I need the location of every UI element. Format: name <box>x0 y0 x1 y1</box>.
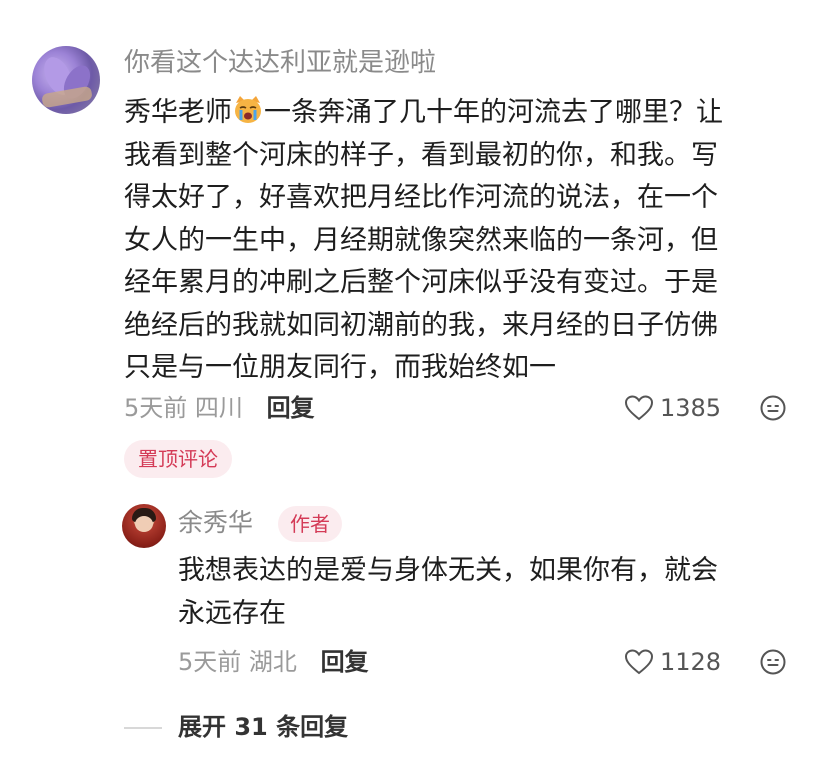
heart-icon <box>624 649 654 675</box>
reply-button[interactable]: 回复 <box>321 648 369 676</box>
comment-line: 秀华老师 一条奔涌了几十年的河流去了哪里？让 <box>124 96 723 128</box>
like-button[interactable]: 1128 <box>624 648 721 676</box>
reply-button[interactable]: 回复 <box>267 394 315 422</box>
comment-time: 5天前 <box>124 394 188 422</box>
crying-cat-face-icon <box>235 96 261 123</box>
like-button[interactable]: 1385 <box>624 394 721 422</box>
comment-text[interactable]: 秀华老师 一条奔涌了几十年的河流去了哪里？让 我看到整个河床的样子，看到最初的你… <box>124 92 804 390</box>
heart-icon <box>624 395 654 421</box>
comment-meta: 5天前 四川 回复 <box>124 394 315 422</box>
reply-line: 我想表达的是爱与身体无关，如果你有，就会 <box>178 555 718 586</box>
pinned-comment-badge: 置顶评论 <box>124 440 232 478</box>
reply-location: 湖北 <box>248 648 297 676</box>
comment-line: 绝经后的我就如同初潮前的我，来月经的日子仿佛 <box>124 309 718 341</box>
commenter-avatar[interactable] <box>32 46 100 114</box>
emoji-reaction-icon[interactable] <box>759 394 787 422</box>
comment-line: 经年累月的冲刷之后整个河床似乎没有变过。于是 <box>124 267 718 298</box>
reply-line: 永远存在 <box>178 597 286 629</box>
emoji-reaction-icon[interactable] <box>759 648 787 676</box>
reply-time: 5天前 <box>178 648 242 676</box>
author-badge: 作者 <box>278 506 342 542</box>
expand-divider <box>124 727 162 729</box>
reply-meta: 5天前 湖北 回复 <box>178 648 369 676</box>
like-count: 1128 <box>660 648 722 676</box>
comment-location: 四川 <box>194 394 243 422</box>
expand-replies-button[interactable]: 展开 31 条回复 <box>178 712 348 742</box>
comment-line: 只是与一位朋友同行，而我始终如一 <box>124 352 556 383</box>
author-avatar[interactable] <box>122 504 166 548</box>
comment-line: 我看到整个河床的样子，看到最初的你，和我。写 <box>124 139 718 171</box>
commenter-username[interactable]: 你看这个达达利亚就是逊啦 <box>124 48 436 78</box>
reply-username[interactable]: 余秀华 <box>178 508 253 538</box>
like-count: 1385 <box>660 394 722 422</box>
reply-text[interactable]: 我想表达的是爱与身体无关，如果你有，就会 永远存在 <box>178 550 798 635</box>
comment-line: 女人的一生中，月经期就像突然来临的一条河，但 <box>124 224 718 256</box>
comment-line: 得太好了，好喜欢把月经比作河流的说法，在一个 <box>124 182 718 213</box>
